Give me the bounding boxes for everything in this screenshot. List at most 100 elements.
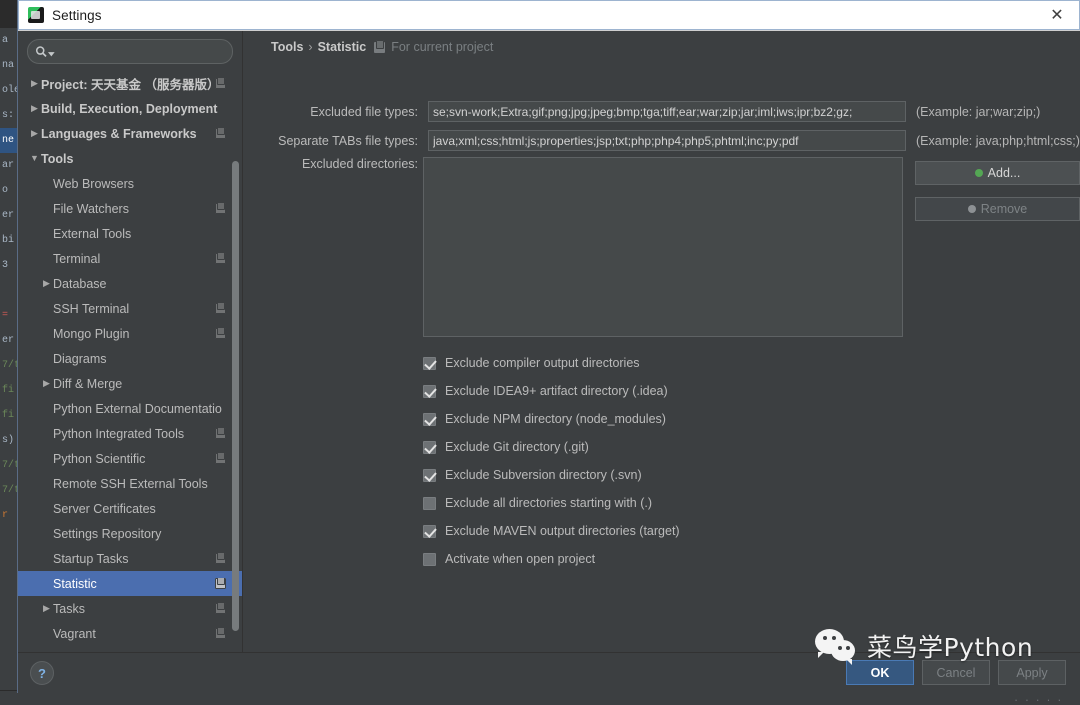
checkbox-unchecked-icon[interactable] [423, 496, 436, 510]
sidebar-item-terminal[interactable]: Terminal [18, 246, 242, 271]
sidebar-item-database[interactable]: ▶ Database [18, 271, 242, 296]
project-scope-icon [215, 626, 226, 639]
checkbox-label: Exclude Git directory (.git) [445, 440, 589, 454]
checkbox-row[interactable]: Exclude all directories starting with (.… [423, 489, 983, 517]
sidebar-item-label: External Tools [53, 226, 132, 241]
checkbox-row[interactable]: Exclude Git directory (.git) [423, 433, 983, 461]
sidebar-item-statistic[interactable]: Statistic [18, 571, 242, 596]
dialog-titlebar: Settings ✕ [18, 0, 1080, 31]
breadcrumb-root[interactable]: Tools [271, 40, 303, 54]
excluded-file-types-example: (Example: jar;war;zip;) [916, 104, 1041, 119]
sidebar-item-label: Tools [41, 151, 74, 166]
checkbox-label: Activate when open project [445, 552, 596, 566]
apply-button[interactable]: Apply [998, 660, 1066, 685]
project-scope-icon [215, 76, 226, 89]
chevron-right-icon[interactable]: ▶ [40, 604, 53, 613]
chevron-right-icon[interactable]: ▶ [28, 104, 41, 113]
sidebar-item-mongo-plugin[interactable]: Mongo Plugin [18, 321, 242, 346]
checkbox-checked-icon[interactable] [423, 440, 436, 454]
sidebar-item-python-external-documentatio[interactable]: Python External Documentatio [18, 396, 242, 421]
excluded-directories-list[interactable] [423, 157, 903, 337]
checkbox-checked-icon[interactable] [423, 468, 436, 482]
checkbox-label: Exclude MAVEN output directories (target… [445, 524, 680, 538]
checkbox-row[interactable]: Exclude IDEA9+ artifact directory (.idea… [423, 377, 983, 405]
sidebar-item-remote-ssh-external-tools[interactable]: Remote SSH External Tools [18, 471, 242, 496]
sidebar-item-vagrant[interactable]: Vagrant [18, 621, 242, 646]
excluded-file-types-label: Excluded file types: [310, 104, 418, 119]
cancel-button[interactable]: Cancel [922, 660, 990, 685]
sidebar-item-diff-merge[interactable]: ▶ Diff & Merge [18, 371, 242, 396]
sidebar-item-python-integrated-tools[interactable]: Python Integrated Tools [18, 421, 242, 446]
sidebar-item-label: Statistic [53, 576, 97, 591]
sidebar-scrollbar[interactable] [232, 161, 239, 631]
separate-tabs-file-types-label: Separate TABs file types: [278, 133, 418, 148]
separate-tabs-file-types-input[interactable] [428, 130, 906, 151]
settings-tree[interactable]: ▶ Project: 天天基金 （服务器版） ▶ Build, Execution, … [18, 71, 242, 653]
close-icon[interactable]: ✕ [1034, 0, 1080, 29]
breadcrumb-separator: › [308, 40, 313, 54]
project-scope-icon [215, 426, 226, 439]
sidebar-item-label: Database [53, 276, 107, 291]
footer-button-group: OK Cancel Apply [846, 660, 1066, 685]
checkbox-row[interactable]: Activate when open project [423, 545, 983, 573]
sidebar-item-settings-repository[interactable]: Settings Repository [18, 521, 242, 546]
ok-button[interactable]: OK [846, 660, 914, 685]
sidebar-item-server-certificates[interactable]: Server Certificates [18, 496, 242, 521]
search-box[interactable] [27, 39, 233, 64]
sidebar-item-label: Diff & Merge [53, 376, 123, 391]
chevron-right-icon[interactable]: ▶ [28, 129, 41, 138]
chevron-down-icon[interactable]: ▼ [28, 154, 41, 163]
sidebar-item-web-browsers[interactable]: Web Browsers [18, 171, 242, 196]
checkbox-label: Exclude compiler output directories [445, 356, 640, 370]
checkbox-checked-icon[interactable] [423, 356, 436, 370]
sidebar-item-build-execution-deployment[interactable]: ▶ Build, Execution, Deployment [18, 96, 242, 121]
sidebar-item-label: Build, Execution, Deployment [41, 101, 218, 116]
project-scope-icon [215, 451, 226, 464]
sidebar-item-ssh-terminal[interactable]: SSH Terminal [18, 296, 242, 321]
checkbox-row[interactable]: Exclude NPM directory (node_modules) [423, 405, 983, 433]
project-scope-icon [215, 251, 226, 264]
sidebar-item-label: Python External Documentatio [53, 401, 222, 416]
remove-button[interactable]: Remove [915, 197, 1080, 221]
checkbox-label: Exclude IDEA9+ artifact directory (.idea… [445, 384, 668, 398]
sidebar-item-tools[interactable]: ▼ Tools [18, 146, 242, 171]
checkbox-label: Exclude Subversion directory (.svn) [445, 468, 642, 482]
breadcrumb-scope-text: For current project [391, 40, 494, 54]
add-button-label: Add... [987, 166, 1021, 180]
chevron-right-icon[interactable]: ▶ [40, 279, 53, 288]
sidebar-item-tasks[interactable]: ▶ Tasks [18, 596, 242, 621]
sidebar-item-project[interactable]: ▶ Project: 天天基金 （服务器版） [18, 71, 242, 96]
checkbox-checked-icon[interactable] [423, 384, 436, 398]
sidebar-item-label: Python Integrated Tools [53, 426, 185, 441]
checkbox-checked-icon[interactable] [423, 524, 436, 538]
add-button[interactable]: Add... [915, 161, 1080, 185]
checkbox-row[interactable]: Exclude compiler output directories [423, 349, 983, 377]
search-input[interactable] [55, 44, 232, 59]
dialog-title: Settings [52, 7, 102, 23]
add-icon [974, 169, 983, 177]
chevron-right-icon[interactable]: ▶ [40, 379, 53, 388]
remove-icon [967, 205, 976, 213]
sidebar-item-external-tools[interactable]: External Tools [18, 221, 242, 246]
sidebar-item-label: Settings Repository [53, 526, 162, 541]
sidebar-item-label: Project: 天天基金 （服务器版） [41, 78, 211, 92]
sidebar-item-file-watchers[interactable]: File Watchers [18, 196, 242, 221]
excluded-file-types-input[interactable] [428, 101, 906, 122]
sidebar-item-label: Vagrant [53, 626, 96, 641]
sidebar-item-label: Mongo Plugin [53, 326, 130, 341]
sidebar-item-startup-tasks[interactable]: Startup Tasks [18, 546, 242, 571]
chevron-right-icon[interactable]: ▶ [28, 79, 41, 88]
breadcrumb: Tools › Statistic For current project [271, 39, 494, 54]
checkbox-row[interactable]: Exclude Subversion directory (.svn) [423, 461, 983, 489]
checkbox-unchecked-icon[interactable] [423, 552, 436, 566]
sidebar-item-diagrams[interactable]: Diagrams [18, 346, 242, 371]
checkbox-row[interactable]: Exclude MAVEN output directories (target… [423, 517, 983, 545]
checkbox-checked-icon[interactable] [423, 412, 436, 426]
sidebar-item-languages-frameworks[interactable]: ▶ Languages & Frameworks [18, 121, 242, 146]
sidebar-item-label: Terminal [53, 251, 101, 266]
search-icon [35, 45, 55, 58]
excluded-file-types-row: Excluded file types: (Example: jar;war;z… [258, 101, 1040, 122]
excluded-directories-label: Excluded directories: [301, 157, 418, 171]
sidebar-item-python-scientific[interactable]: Python Scientific [18, 446, 242, 471]
help-icon[interactable]: ? [30, 661, 54, 685]
